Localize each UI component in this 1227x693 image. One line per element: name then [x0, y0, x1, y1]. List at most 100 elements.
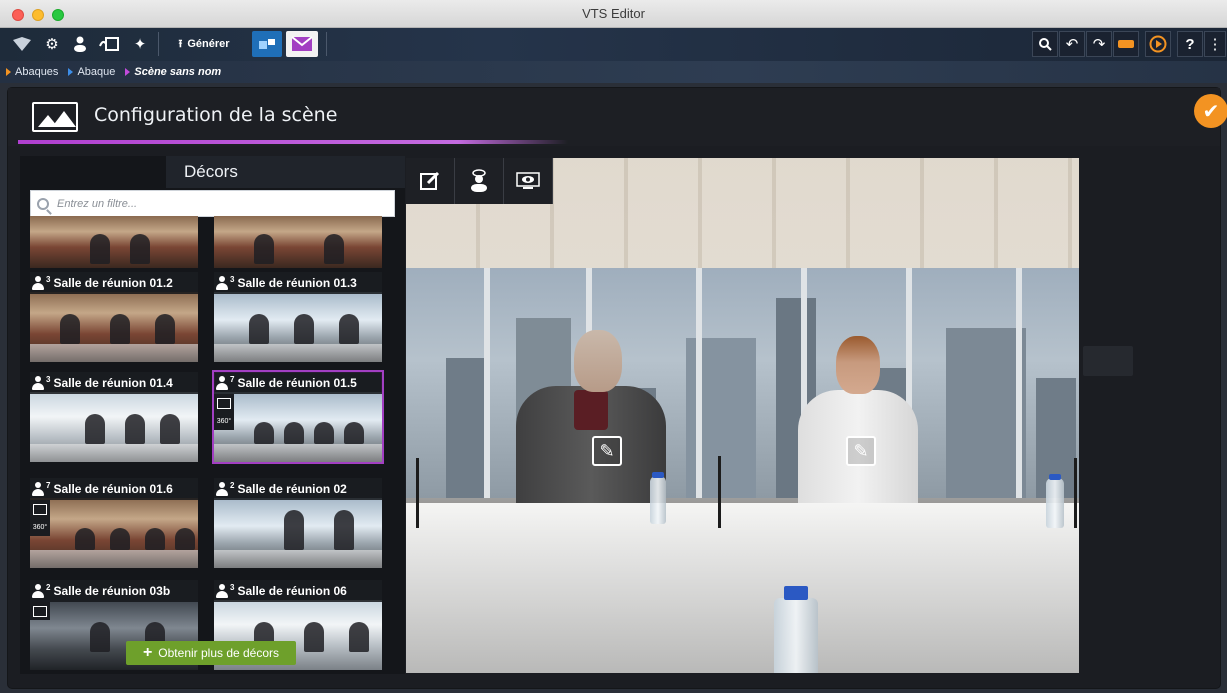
- breadcrumb-abaques[interactable]: Abaques: [6, 66, 58, 78]
- landscape-icon: [32, 102, 78, 132]
- filter-input[interactable]: [57, 197, 377, 210]
- main-toolbar: ⚙ ✦ ⭱ Générer ↶ ↷ ? ⋮: [0, 28, 1227, 61]
- decor-label-row: 7 Salle de réunion 01.6: [30, 478, 198, 500]
- person-icon: [216, 276, 228, 290]
- title-underline: [18, 140, 568, 144]
- decor-label-row: 7 Salle de réunion 01.5: [214, 372, 382, 394]
- decor-label: Salle de réunion 01.6: [53, 482, 173, 496]
- decor-label: Salle de réunion 06: [237, 584, 347, 598]
- get-more-decors-button[interactable]: + Obtenir plus de décors: [126, 641, 296, 665]
- person-icon: [32, 584, 44, 598]
- decor-grid: 3 Salle de réunion 01.2 3 Salle de réuni…: [20, 216, 405, 674]
- capacity-count: 2: [46, 582, 51, 592]
- decor-item-01-6[interactable]: 7 Salle de réunion 01.6 360°: [30, 478, 198, 568]
- decor-item-01-3[interactable]: 3 Salle de réunion 01.3: [214, 272, 382, 362]
- 360-view-icon: 360°: [216, 417, 232, 425]
- filter-field[interactable]: [30, 190, 395, 217]
- window-title: VTS Editor: [582, 6, 645, 21]
- window-titlebar: VTS Editor: [0, 0, 1227, 28]
- decor-item-01-5[interactable]: 7 Salle de réunion 01.5 360°: [212, 370, 384, 464]
- image-count-icon: [30, 500, 50, 518]
- message-icon[interactable]: [286, 31, 318, 57]
- decor-badges: 360°: [214, 394, 234, 430]
- decor-label-row: 2 Salle de réunion 03b: [30, 580, 198, 602]
- capacity-count: 7: [230, 374, 235, 384]
- decor-label: Salle de réunion 02: [237, 482, 347, 496]
- decor-label-row: 2 Salle de réunion 02: [214, 478, 382, 500]
- person-icon: [216, 376, 228, 390]
- characters-icon[interactable]: [68, 31, 92, 57]
- preview-toolbar: [406, 158, 553, 204]
- plus-icon: +: [142, 644, 153, 661]
- 360-view-icon: 360°: [32, 523, 48, 531]
- decor-label-row: 3 Salle de réunion 01.4: [30, 372, 198, 394]
- vts-logo-icon[interactable]: [8, 31, 36, 57]
- capacity-count: 2: [230, 480, 235, 490]
- decor-label: Salle de réunion 03b: [53, 584, 171, 598]
- person-icon: [32, 482, 44, 496]
- search-icon[interactable]: [1032, 31, 1058, 57]
- decor-title: Décors: [166, 156, 405, 188]
- more-options-icon[interactable]: ⋮: [1204, 31, 1226, 57]
- decor-label: Salle de réunion 01.4: [53, 376, 173, 390]
- breadcrumb-arrow-icon: [125, 68, 131, 76]
- 3d-scene-icon[interactable]: [252, 31, 282, 57]
- image-count-icon: [214, 394, 234, 412]
- capacity-count: 3: [230, 274, 235, 284]
- decor-label: Salle de réunion 01.3: [237, 276, 357, 290]
- decor-thumbnail[interactable]: [214, 216, 382, 268]
- decor-item-02[interactable]: 2 Salle de réunion 02: [214, 478, 382, 568]
- settings-gears-icon[interactable]: ⚙: [40, 31, 64, 57]
- decor-label-row: 3 Salle de réunion 01.3: [214, 272, 382, 294]
- breadcrumb-label: Abaques: [15, 66, 59, 78]
- capacity-count: 3: [46, 374, 51, 384]
- compass-icon[interactable]: ✦: [128, 31, 152, 57]
- decor-item-01-4[interactable]: 3 Salle de réunion 01.4: [30, 372, 198, 462]
- play-icon[interactable]: [1145, 31, 1171, 57]
- breadcrumb-label: Scène sans nom: [134, 66, 222, 78]
- decor-label: Salle de réunion 01.5: [237, 376, 357, 390]
- preview-window: [406, 268, 1079, 498]
- decor-thumbnail[interactable]: [30, 216, 198, 268]
- breadcrumb-label: Abaque: [77, 66, 116, 78]
- decor-label-row: 3 Salle de réunion 01.2: [30, 272, 198, 294]
- get-more-decors-label: Obtenir plus de décors: [158, 646, 280, 660]
- decor-label: Salle de réunion 01.2: [53, 276, 173, 290]
- decor-sidebar: Décors 3: [20, 156, 405, 674]
- conference-table: [406, 503, 1079, 673]
- edit-icon[interactable]: ✎: [592, 436, 622, 466]
- breadcrumb-arrow-icon: [68, 68, 74, 76]
- decor-label-row: 3 Salle de réunion 06: [214, 580, 382, 602]
- breadcrumb-scene[interactable]: Scène sans nom: [125, 66, 221, 78]
- character-view-icon[interactable]: [455, 158, 504, 204]
- person-icon: [32, 376, 44, 390]
- edit-icon[interactable]: ✎: [846, 436, 876, 466]
- capacity-count: 7: [46, 480, 51, 490]
- search-icon: [37, 197, 49, 210]
- breadcrumb-arrow-icon: [6, 68, 11, 76]
- panel-header: Configuration de la scène ✔: [8, 88, 1227, 146]
- generate-label: Générer: [187, 38, 230, 50]
- media-icon[interactable]: [96, 31, 122, 57]
- confirm-button[interactable]: ✔: [1194, 94, 1227, 128]
- breadcrumb-abaque[interactable]: Abaque: [68, 66, 115, 78]
- redo-icon[interactable]: ↷: [1086, 31, 1112, 57]
- scene-config-panel: Configuration de la scène ✔ Décors Entre…: [8, 88, 1227, 688]
- image-count-icon: [30, 602, 50, 620]
- panel-side-handle[interactable]: [1083, 346, 1133, 376]
- capacity-count: 3: [46, 274, 51, 284]
- decor-badges: [30, 602, 50, 620]
- record-icon[interactable]: [1113, 31, 1139, 57]
- page-title: Configuration de la scène: [94, 104, 338, 126]
- person-icon: [216, 584, 228, 598]
- scene-preview[interactable]: ✎ ✎: [406, 158, 1079, 673]
- help-button[interactable]: ?: [1177, 31, 1203, 57]
- decor-item-01-2[interactable]: 3 Salle de réunion 01.2: [30, 272, 198, 362]
- edit-icon[interactable]: [406, 158, 455, 204]
- capacity-count: 3: [230, 582, 235, 592]
- undo-icon[interactable]: ↶: [1059, 31, 1085, 57]
- checkmark-icon: ✔: [1202, 100, 1220, 123]
- preview-eye-icon[interactable]: [504, 158, 553, 204]
- generate-button[interactable]: ⭱ Générer: [164, 31, 244, 57]
- person-icon: [32, 276, 44, 290]
